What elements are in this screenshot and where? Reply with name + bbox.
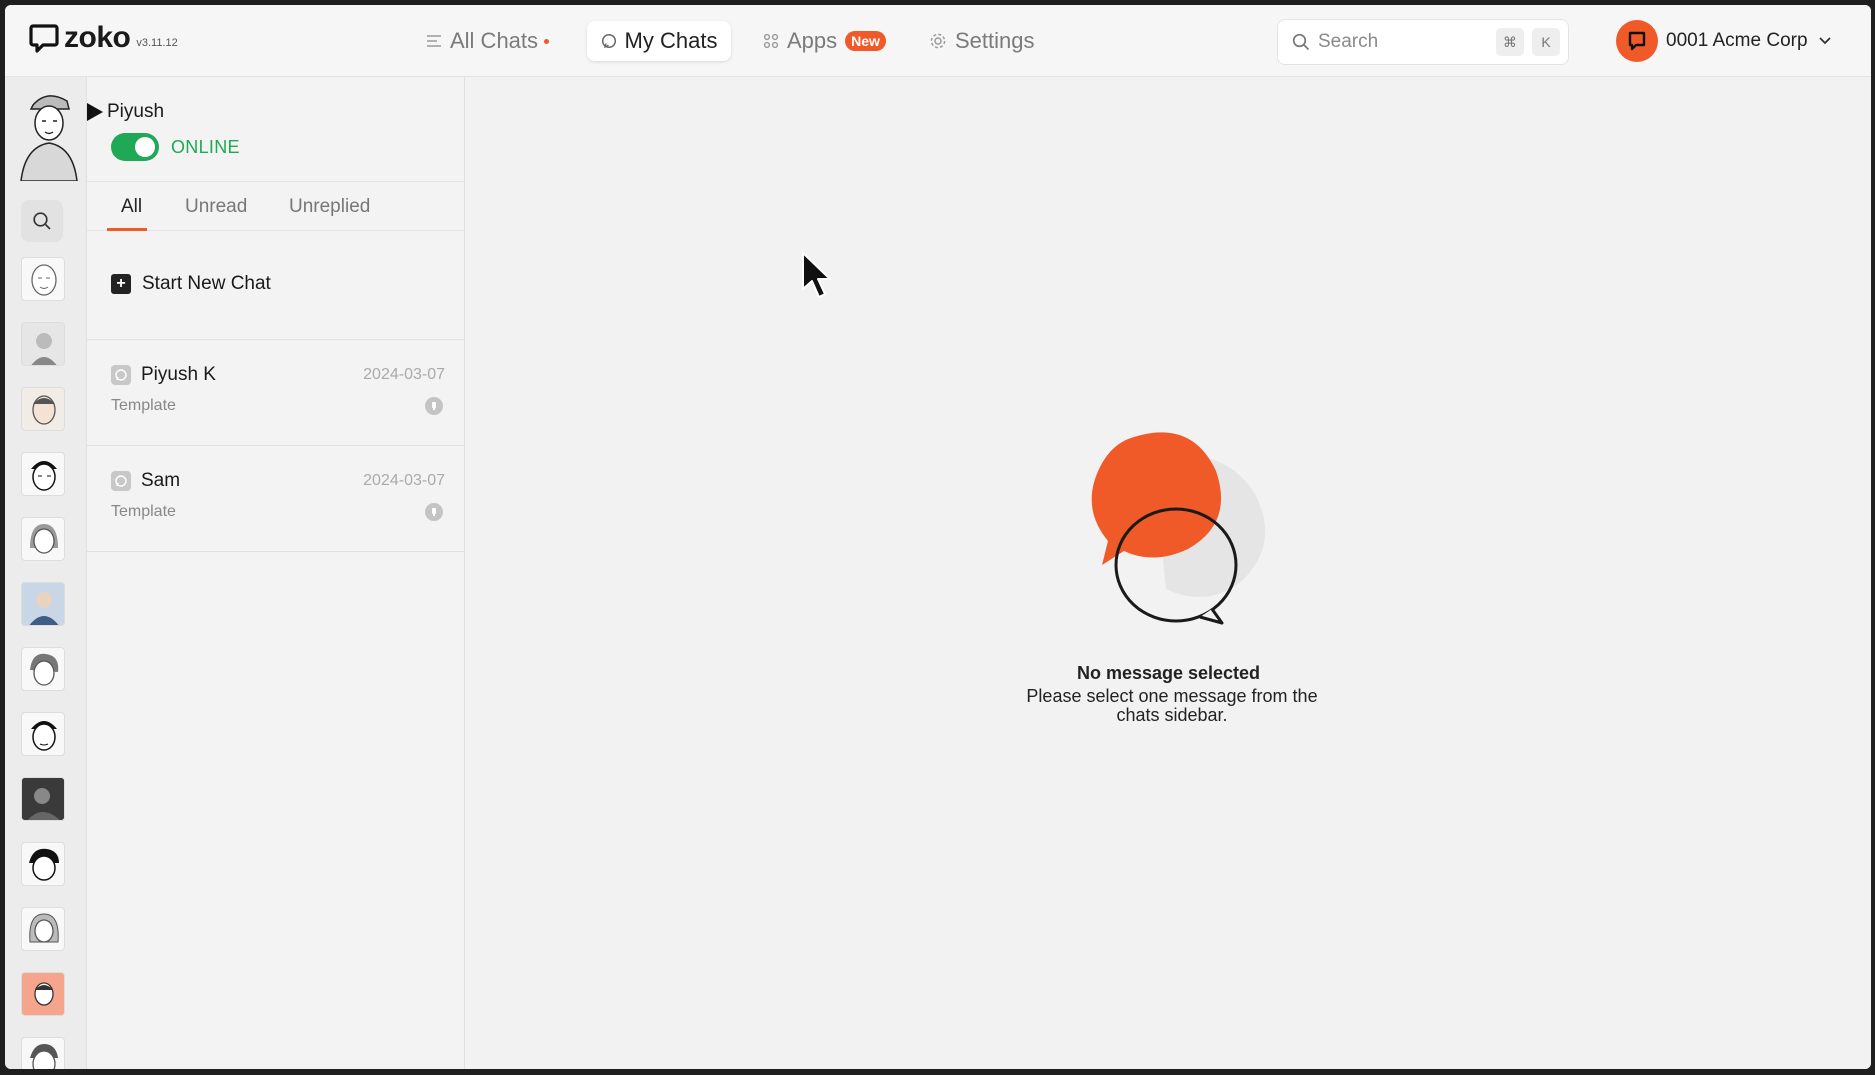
- app-window: zoko v3.11.12 All Chats My Chats Apps Ne…: [5, 5, 1871, 1069]
- nav-apps[interactable]: Apps New: [763, 21, 886, 61]
- expand-triangle-icon: [87, 103, 103, 121]
- whatsapp-icon: [111, 365, 131, 385]
- chat-bubble-icon: [601, 33, 616, 49]
- unread-dot: [544, 38, 550, 44]
- face-icon: [30, 524, 58, 554]
- status-indicator-icon: [425, 503, 443, 521]
- chat-date: 2024-03-07: [363, 366, 445, 383]
- chat-list-item[interactable]: Sam 2024-03-07 Template: [87, 445, 465, 551]
- mouse-cursor-icon: [802, 252, 831, 298]
- user-name-row[interactable]: Piyush: [87, 101, 164, 123]
- chat-list-panel: Piyush ONLINE All Unread Unreplied + Sta…: [87, 77, 465, 1069]
- gear-icon: [930, 33, 946, 49]
- nav-settings[interactable]: Settings: [929, 21, 1035, 61]
- nav-my-chats[interactable]: My Chats: [587, 21, 731, 61]
- contact-avatar[interactable]: [21, 1037, 65, 1069]
- online-toggle[interactable]: [111, 133, 159, 161]
- status-label: ONLINE: [171, 136, 240, 157]
- chevron-down-icon: [1818, 37, 1831, 45]
- list-icon: [427, 35, 441, 47]
- conversation-area: No message selected Please select one me…: [466, 77, 1871, 1069]
- face-icon: [29, 848, 59, 881]
- contact-avatar[interactable]: [21, 322, 65, 366]
- face-icon: [29, 592, 59, 625]
- contact-avatar[interactable]: [21, 842, 65, 886]
- chat-filter-tabs: All Unread Unreplied: [87, 181, 465, 231]
- logo[interactable]: zoko v3.11.12: [29, 23, 178, 53]
- rail-search-button[interactable]: [21, 200, 63, 242]
- contact-rail: [5, 77, 87, 1069]
- active-tab-indicator: [107, 228, 147, 231]
- start-new-chat-label: Start New Chat: [142, 273, 271, 294]
- contact-avatar[interactable]: [21, 452, 65, 496]
- empty-state-subtitle: Please select one message from the chats…: [1026, 686, 1318, 725]
- search-icon: [1292, 33, 1310, 51]
- contact-avatar[interactable]: [21, 777, 65, 821]
- contact-avatar[interactable]: [21, 972, 65, 1016]
- search-input[interactable]: Search ⌘ K: [1277, 19, 1569, 65]
- contact-avatar[interactable]: [21, 517, 65, 561]
- face-icon: [31, 333, 57, 365]
- org-logo-icon: [1628, 31, 1646, 51]
- org-avatar: [1616, 20, 1658, 62]
- status-indicator-icon: [425, 397, 443, 415]
- chat-preview: Template: [111, 397, 176, 414]
- tab-all[interactable]: All: [121, 196, 142, 218]
- nav-settings-label: Settings: [955, 28, 1035, 53]
- top-bar: zoko v3.11.12 All Chats My Chats Apps Ne…: [5, 5, 1871, 77]
- chat-contact-name: Piyush K: [141, 364, 216, 385]
- org-switcher[interactable]: 0001 Acme Corp: [1616, 19, 1832, 63]
- face-icon: [31, 721, 57, 751]
- whatsapp-icon: [111, 471, 131, 491]
- chat-date: 2024-03-07: [363, 472, 445, 489]
- divider: [87, 551, 465, 552]
- chat-contact-name: Sam: [141, 470, 181, 491]
- nav-all-chats-label: All Chats: [450, 28, 539, 53]
- shortcut-k-key: K: [1532, 28, 1560, 56]
- app-version: v3.11.12: [136, 37, 178, 49]
- start-new-chat-button[interactable]: + Start New Chat: [111, 273, 271, 295]
- status-row: ONLINE: [111, 133, 240, 161]
- apps-grid-icon: [763, 33, 779, 49]
- face-icon: [29, 913, 59, 943]
- empty-state-title: No message selected: [1076, 663, 1261, 683]
- org-name: 0001 Acme Corp: [1666, 30, 1808, 51]
- contact-avatar[interactable]: [21, 907, 65, 951]
- contact-avatar[interactable]: [21, 257, 65, 301]
- photo-icon: [22, 778, 64, 820]
- shortcut-cmd-key: ⌘: [1496, 28, 1524, 56]
- contact-avatar[interactable]: [21, 712, 65, 756]
- chat-preview: Template: [111, 503, 176, 520]
- nav-my-chats-label: My Chats: [624, 28, 718, 53]
- tab-unread[interactable]: Unread: [185, 196, 247, 218]
- face-icon: [22, 973, 64, 1015]
- new-badge: New: [845, 31, 886, 51]
- nav-apps-label: Apps: [787, 28, 838, 53]
- user-avatar[interactable]: [15, 85, 79, 181]
- nav-all-chats[interactable]: All Chats: [426, 21, 550, 61]
- empty-chat-illustration-icon: [1091, 432, 1266, 625]
- app-name: zoko: [64, 21, 131, 54]
- plus-icon: +: [111, 274, 131, 294]
- face-icon: [30, 1044, 58, 1069]
- contact-avatar[interactable]: [21, 387, 65, 431]
- search-icon: [33, 212, 51, 230]
- tab-unreplied[interactable]: Unreplied: [289, 196, 370, 218]
- contact-avatar[interactable]: [21, 582, 65, 626]
- chat-list-item[interactable]: Piyush K 2024-03-07 Template: [87, 339, 465, 445]
- face-icon: [30, 653, 59, 686]
- zoko-logo-icon: [29, 24, 59, 53]
- face-icon: [31, 461, 57, 491]
- contact-avatar-list: [21, 257, 65, 1069]
- face-icon: [32, 395, 56, 425]
- contact-avatar[interactable]: [21, 647, 65, 691]
- search-placeholder: Search: [1318, 31, 1379, 52]
- face-icon: [31, 264, 57, 296]
- user-name: Piyush: [107, 101, 165, 122]
